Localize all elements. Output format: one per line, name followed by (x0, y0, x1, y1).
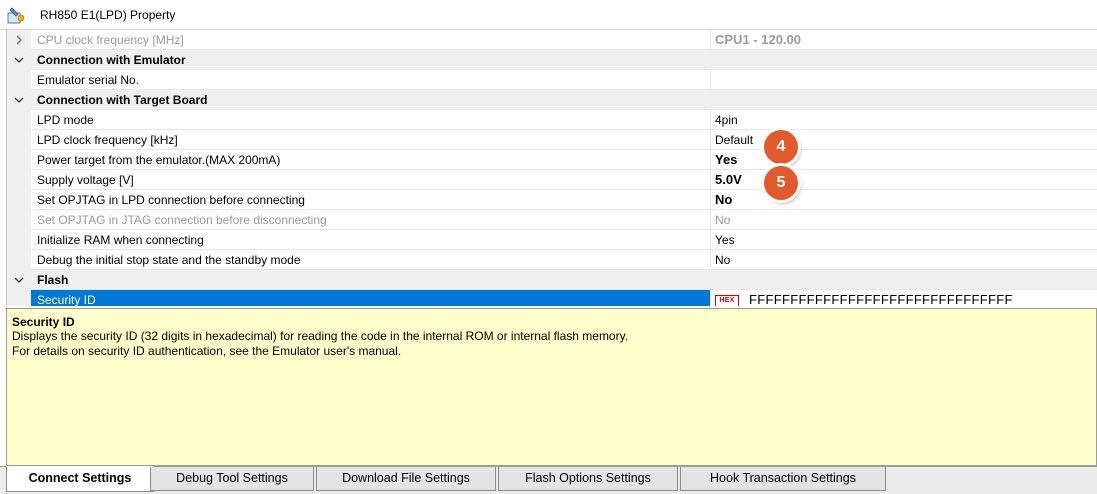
property-value[interactable] (711, 70, 1097, 90)
window-title: RH850 E1(LPD) Property (40, 7, 176, 22)
security-id-value[interactable]: FFFFFFFFFFFFFFFFFFFFFFFFFFFFFFFF (749, 292, 1013, 306)
description-title: Security ID (12, 315, 75, 329)
category-name: Connection with Emulator (31, 50, 1097, 70)
property-name: LPD clock frequency [kHz] (31, 130, 711, 150)
callout-marker: 4 (764, 130, 798, 164)
property-row[interactable]: CPU clock frequency [MHz] CPU1 - 120.00 (7, 30, 1097, 50)
collapse-icon[interactable] (7, 270, 31, 290)
collapse-icon[interactable] (7, 90, 31, 110)
property-value[interactable]: CPU1 - 120.00 (711, 30, 1097, 50)
property-name: Power target from the emulator.(MAX 200m… (31, 150, 711, 170)
callout-marker: 5 (764, 166, 798, 200)
property-row[interactable]: LPD mode 4pin (7, 110, 1097, 130)
property-name: LPD mode (31, 110, 711, 130)
description-panel: Security ID Displays the security ID (32… (6, 308, 1097, 466)
property-icon (6, 5, 26, 25)
property-name: Security ID (31, 290, 711, 306)
property-row[interactable]: Initialize RAM when connecting Yes (7, 230, 1097, 250)
property-name: Set OPJTAG in JTAG connection before dis… (31, 210, 711, 230)
title-bar: RH850 E1(LPD) Property (0, 0, 1097, 30)
property-value[interactable]: Yes (711, 230, 1097, 250)
property-window: RH850 E1(LPD) Property CPU clock frequen… (0, 0, 1097, 494)
description-text: Displays the security ID (32 digits in h… (12, 329, 629, 343)
collapse-icon[interactable] (7, 50, 31, 70)
tab-download-file-settings[interactable]: Download File Settings (316, 467, 496, 491)
tab-connect-settings[interactable]: Connect Settings (6, 466, 154, 492)
category-row[interactable]: Connection with Emulator (7, 50, 1097, 70)
tab-flash-options-settings[interactable]: Flash Options Settings (498, 467, 678, 491)
property-row[interactable]: Debug the initial stop state and the sta… (7, 250, 1097, 270)
expand-icon[interactable] (7, 30, 31, 50)
property-name: Initialize RAM when connecting (31, 230, 711, 250)
property-name: Supply voltage [V] (31, 170, 711, 190)
property-row[interactable]: Supply voltage [V] 5.0V (7, 170, 1097, 190)
tab-debug-tool-settings[interactable]: Debug Tool Settings (150, 467, 314, 491)
property-row[interactable]: LPD clock frequency [kHz] Default (7, 130, 1097, 150)
hex-badge: HEX (715, 294, 739, 306)
tab-hook-transaction-settings[interactable]: Hook Transaction Settings (680, 467, 886, 491)
property-value-cell[interactable]: HEX FFFFFFFFFFFFFFFFFFFFFFFFFFFFFFFF (711, 290, 1097, 306)
property-name: Emulator serial No. (31, 70, 711, 90)
property-value[interactable]: No (711, 250, 1097, 270)
category-name: Connection with Target Board (31, 90, 1097, 110)
property-row-selected[interactable]: Security ID HEX FFFFFFFFFFFFFFFFFFFFFFFFF… (7, 290, 1097, 306)
property-name: Debug the initial stop state and the sta… (31, 250, 711, 270)
property-name: Set OPJTAG in LPD connection before conn… (31, 190, 711, 210)
description-text: For details on security ID authenticatio… (12, 344, 402, 358)
category-row[interactable]: Flash (7, 270, 1097, 290)
property-name: CPU clock frequency [MHz] (31, 30, 711, 50)
property-row[interactable]: Emulator serial No. (7, 70, 1097, 90)
settings-tab-strip: Connect Settings Debug Tool Settings Dow… (0, 466, 1097, 494)
property-grid[interactable]: CPU clock frequency [MHz] CPU1 - 120.00 … (6, 30, 1097, 306)
category-name: Flash (31, 270, 1097, 290)
property-value[interactable]: No (711, 210, 1097, 230)
property-value[interactable]: 4pin (711, 110, 1097, 130)
property-row[interactable]: Set OPJTAG in LPD connection before conn… (7, 190, 1097, 210)
category-row[interactable]: Connection with Target Board (7, 90, 1097, 110)
property-row[interactable]: Power target from the emulator.(MAX 200m… (7, 150, 1097, 170)
property-row[interactable]: Set OPJTAG in JTAG connection before dis… (7, 210, 1097, 230)
